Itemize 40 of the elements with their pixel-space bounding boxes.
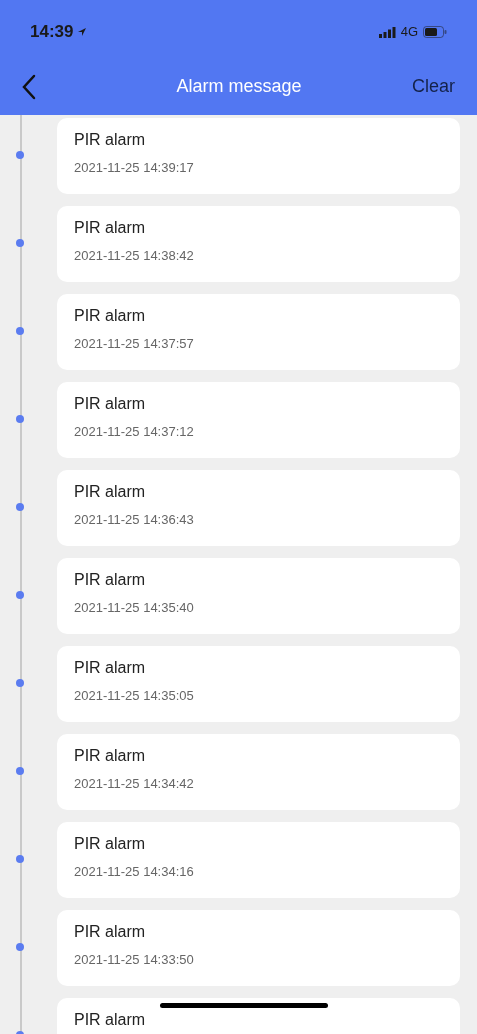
clear-button[interactable]: Clear xyxy=(412,73,455,100)
status-time: 14:39 xyxy=(30,21,74,44)
signal-icon xyxy=(378,26,396,38)
alarm-time: 2021-11-25 14:35:40 xyxy=(74,600,195,616)
alarm-card[interactable]: PIR alarm 2021-11-25 14:36:43 xyxy=(57,470,460,546)
alarm-card[interactable]: PIR alarm 2021-11-25 14:35:05 xyxy=(57,646,460,722)
alarm-title: PIR alarm xyxy=(74,834,147,854)
alarm-time: 2021-11-25 14:37:12 xyxy=(74,424,195,440)
alarm-title: PIR alarm xyxy=(74,218,147,238)
alarm-card[interactable]: PIR alarm 2021-11-25 14:35:40 xyxy=(57,558,460,634)
alarm-card[interactable]: PIR alarm 2021-11-25 14:34:42 xyxy=(57,734,460,810)
back-icon xyxy=(22,73,36,100)
alarm-card[interactable]: PIR alarm 2021-11-25 14:37:12 xyxy=(57,382,460,458)
alarm-time: 2021-11-25 14:38:42 xyxy=(74,248,195,264)
alarm-time: 2021-11-25 14:37:57 xyxy=(74,336,195,352)
alarm-card[interactable]: PIR alarm 2021-11-25 14:34:16 xyxy=(57,822,460,898)
alarm-card[interactable]: PIR alarm 2021-11-25 14:39:17 xyxy=(57,118,460,194)
alarm-title: PIR alarm xyxy=(74,746,147,766)
alarm-time: 2021-11-25 14:36:43 xyxy=(74,512,195,528)
alarm-title: PIR alarm xyxy=(74,1010,147,1030)
alarm-title: PIR alarm xyxy=(74,922,147,942)
alarm-card[interactable]: PIR alarm xyxy=(57,998,460,1034)
page-title: Alarm message xyxy=(175,75,302,98)
alarm-time: 2021-11-25 14:34:16 xyxy=(74,864,195,880)
alarm-card[interactable]: PIR alarm 2021-11-25 14:37:57 xyxy=(57,294,460,370)
location-icon xyxy=(77,27,88,37)
network-label: 4G xyxy=(400,23,418,42)
alarm-time: 2021-11-25 14:39:17 xyxy=(74,160,195,176)
alarm-title: PIR alarm xyxy=(74,394,147,414)
alarm-title: PIR alarm xyxy=(74,130,147,150)
alarm-title: PIR alarm xyxy=(74,658,147,678)
alarm-time: 2021-11-25 14:34:42 xyxy=(74,776,195,792)
battery-icon xyxy=(423,26,447,38)
alarm-title: PIR alarm xyxy=(74,570,147,590)
alarm-title: PIR alarm xyxy=(74,306,147,326)
alarm-time: 2021-11-25 14:33:50 xyxy=(74,952,195,968)
alarm-card[interactable]: PIR alarm 2021-11-25 14:33:50 xyxy=(57,910,460,986)
alarm-card[interactable]: PIR alarm 2021-11-25 14:38:42 xyxy=(57,206,460,282)
alarm-title: PIR alarm xyxy=(74,482,147,502)
alarm-time: 2021-11-25 14:35:05 xyxy=(74,688,195,704)
